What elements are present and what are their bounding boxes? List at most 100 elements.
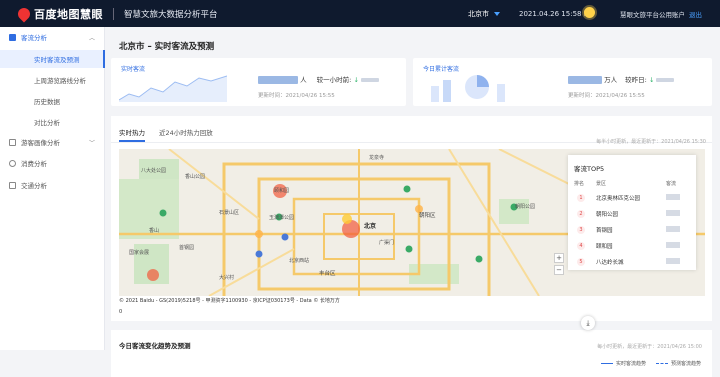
map-label: 丰台区 (319, 271, 336, 277)
sun-icon (584, 7, 595, 18)
logo[interactable]: 百度地图慧眼 (15, 5, 103, 22)
sidebar-item-label: 消费分析 (21, 160, 47, 168)
top5-row[interactable]: 5 八达岭长城 (568, 254, 696, 270)
compare-label: 较一小时前: (316, 76, 352, 84)
update-note: 每半小时更新，最近更新于：2021/04/26 15:30 (596, 139, 706, 145)
logout-link[interactable]: 退出 (689, 9, 702, 19)
blurred-flow (666, 194, 680, 200)
legend-realtime: 实时客流趋势 (601, 360, 646, 367)
top5-row[interactable]: 2 朝阳公园 (568, 206, 696, 222)
legend-forecast: 预测客流趋势 (656, 360, 701, 367)
compare-label: 较昨日: (625, 76, 647, 84)
sidebar-sub-compare[interactable]: 对比分析 (0, 113, 105, 131)
map-label: 广渠门 (379, 240, 395, 246)
zoom-in-button[interactable]: + (554, 253, 564, 263)
rank-badge: 5 (577, 258, 585, 266)
update-time: 更新时间：2021/04/26 15:55 (568, 93, 645, 99)
update-time: 更新时间：2021/04/26 15:55 (258, 93, 335, 99)
chevron-up-icon: ︿ (88, 34, 95, 42)
sidebar: 客流分析 ︿ 实时客流及预测 上周游览路线分析 历史数据 对比分析 游客画像分析… (0, 27, 105, 350)
sidebar-item-profile[interactable]: 游客画像分析 ﹀ (0, 135, 105, 149)
top5-header-flow: 客流 (666, 181, 677, 187)
unit-label: 万人 (604, 76, 618, 84)
map-label: 朝阳公园 (515, 204, 536, 210)
heat-map[interactable]: 八大处公园 香山公园 石景山区 玉渊潭公园 朝阳区 朝阳公园 北京 丰台区 广渠… (119, 149, 705, 296)
caret-down-icon (494, 12, 500, 16)
top5-panel: 客流TOP5 排名 景区 客流 1 北京奥林匹克公园 2 朝阳公园 3 首钢园 (568, 155, 696, 270)
chevron-down-icon: ﹀ (88, 139, 95, 147)
download-icon[interactable]: ⤓ (581, 316, 595, 330)
top5-row[interactable]: 1 北京奥林匹克公园 (568, 190, 696, 206)
map-label: 香山 (149, 228, 160, 234)
legend-label: 预测客流趋势 (671, 361, 702, 367)
tab-realtime-heat[interactable]: 实时热力 (119, 127, 145, 137)
city-selector[interactable]: 北京市 (468, 9, 500, 19)
scenic-name: 八达岭长城 (596, 260, 624, 266)
logo-text: 百度地图慧眼 (34, 7, 103, 21)
scenic-name: 北京奥林匹克公园 (596, 196, 641, 202)
down-arrow-icon: ↓ (648, 76, 655, 84)
trend-update-note: 每小时更新，最近更新于：2021/04/26 15:00 (597, 344, 702, 350)
top5-row[interactable]: 4 颐和园 (568, 238, 696, 254)
sidebar-sub-history[interactable]: 历史数据 (0, 92, 105, 110)
map-label: 八大处公园 (141, 168, 167, 174)
map-label: 玉渊潭公园 (269, 215, 295, 221)
main-content: 北京市 – 实时客流及预测 实时客流 人 较一小时前: ↓ 更新时间：2021/… (111, 27, 720, 377)
sidebar-sub-realtime[interactable]: 实时客流及预测 (0, 50, 105, 68)
account-name[interactable]: 慧眼文旅平台公用账户 (620, 9, 685, 19)
trend-panel: 今日客流变化趋势及预测 每小时更新，最近更新于：2021/04/26 15:00… (111, 330, 712, 377)
city-label: 北京市 (468, 10, 489, 18)
blurred-value (568, 76, 602, 84)
sparkline-chart (119, 75, 227, 102)
zoom-out-button[interactable]: − (554, 265, 564, 275)
heatmap-panel: 实时热力 近24小时热力回放 每半小时更新，最近更新于：2021/04/26 1… (111, 116, 712, 321)
legend-swatch (656, 363, 668, 364)
scenic-name: 颐和园 (596, 244, 613, 250)
map-label: 国家会展 (129, 250, 150, 256)
sidebar-item-consume[interactable]: 消费分析 (0, 156, 105, 170)
sidebar-sub-route[interactable]: 上周游览路线分析 (0, 71, 105, 89)
rank-badge: 4 (577, 242, 585, 250)
top5-title: 客流TOP5 (574, 165, 605, 173)
top5-header-rank: 排名 (574, 181, 585, 187)
divider (113, 7, 114, 20)
map-label: 龙泉寺 (369, 155, 385, 161)
blurred-change (656, 78, 675, 82)
blurred-flow (666, 210, 680, 216)
bar-pie-illustration (431, 75, 505, 102)
card-today-flow: 今日累计客流 万人 较昨日: ↓ 更新时间：2021/04/26 15:55 (413, 58, 712, 106)
map-label: 北京西站 (289, 258, 310, 264)
realtime-value: 人 较一小时前: ↓ (258, 74, 379, 84)
rank-badge: 2 (577, 210, 585, 218)
top5-row[interactable]: 3 首钢园 (568, 222, 696, 238)
today-value: 万人 较昨日: ↓ (568, 74, 675, 84)
blurred-flow (666, 226, 680, 232)
flow-icon (9, 33, 16, 41)
map-label: 朝阳区 (419, 213, 436, 219)
datetime: 2021.04.26 15:58 晴 (519, 10, 591, 18)
sidebar-item-flow[interactable]: 客流分析 ︿ (0, 30, 105, 44)
blurred-value (258, 76, 298, 84)
map-label: 香山公园 (185, 174, 206, 180)
sidebar-item-label: 客流分析 (21, 34, 47, 42)
legend-swatch (601, 363, 613, 364)
page-title: 北京市 – 实时客流及预测 (119, 42, 215, 52)
user-profile-icon (9, 138, 16, 146)
map-label: 首钢园 (179, 245, 195, 251)
platform-title: 智慧文旅大数据分析平台 (124, 9, 218, 20)
sidebar-item-traffic[interactable]: 交通分析 (0, 178, 105, 192)
top-bar: 百度地图慧眼 智慧文旅大数据分析平台 北京市 2021.04.26 15:58 … (0, 0, 720, 27)
trend-title: 今日客流变化趋势及预测 (119, 342, 191, 350)
scenic-name: 朝阳公园 (596, 212, 619, 218)
map-label: 石景山区 (219, 210, 240, 216)
legend-label: 实时客流趋势 (616, 361, 647, 367)
map-pin-icon (15, 5, 33, 22)
scenic-name: 首钢园 (596, 228, 613, 234)
map-scale-zero: 0 (119, 309, 123, 315)
map-label: 颐和园 (274, 188, 290, 194)
map-label: 北京 (364, 223, 377, 230)
tab-24h-replay[interactable]: 近24小时热力回放 (159, 127, 213, 137)
top5-header-name: 景区 (596, 181, 607, 187)
unit-label: 人 (300, 76, 307, 84)
traffic-icon (9, 181, 16, 189)
